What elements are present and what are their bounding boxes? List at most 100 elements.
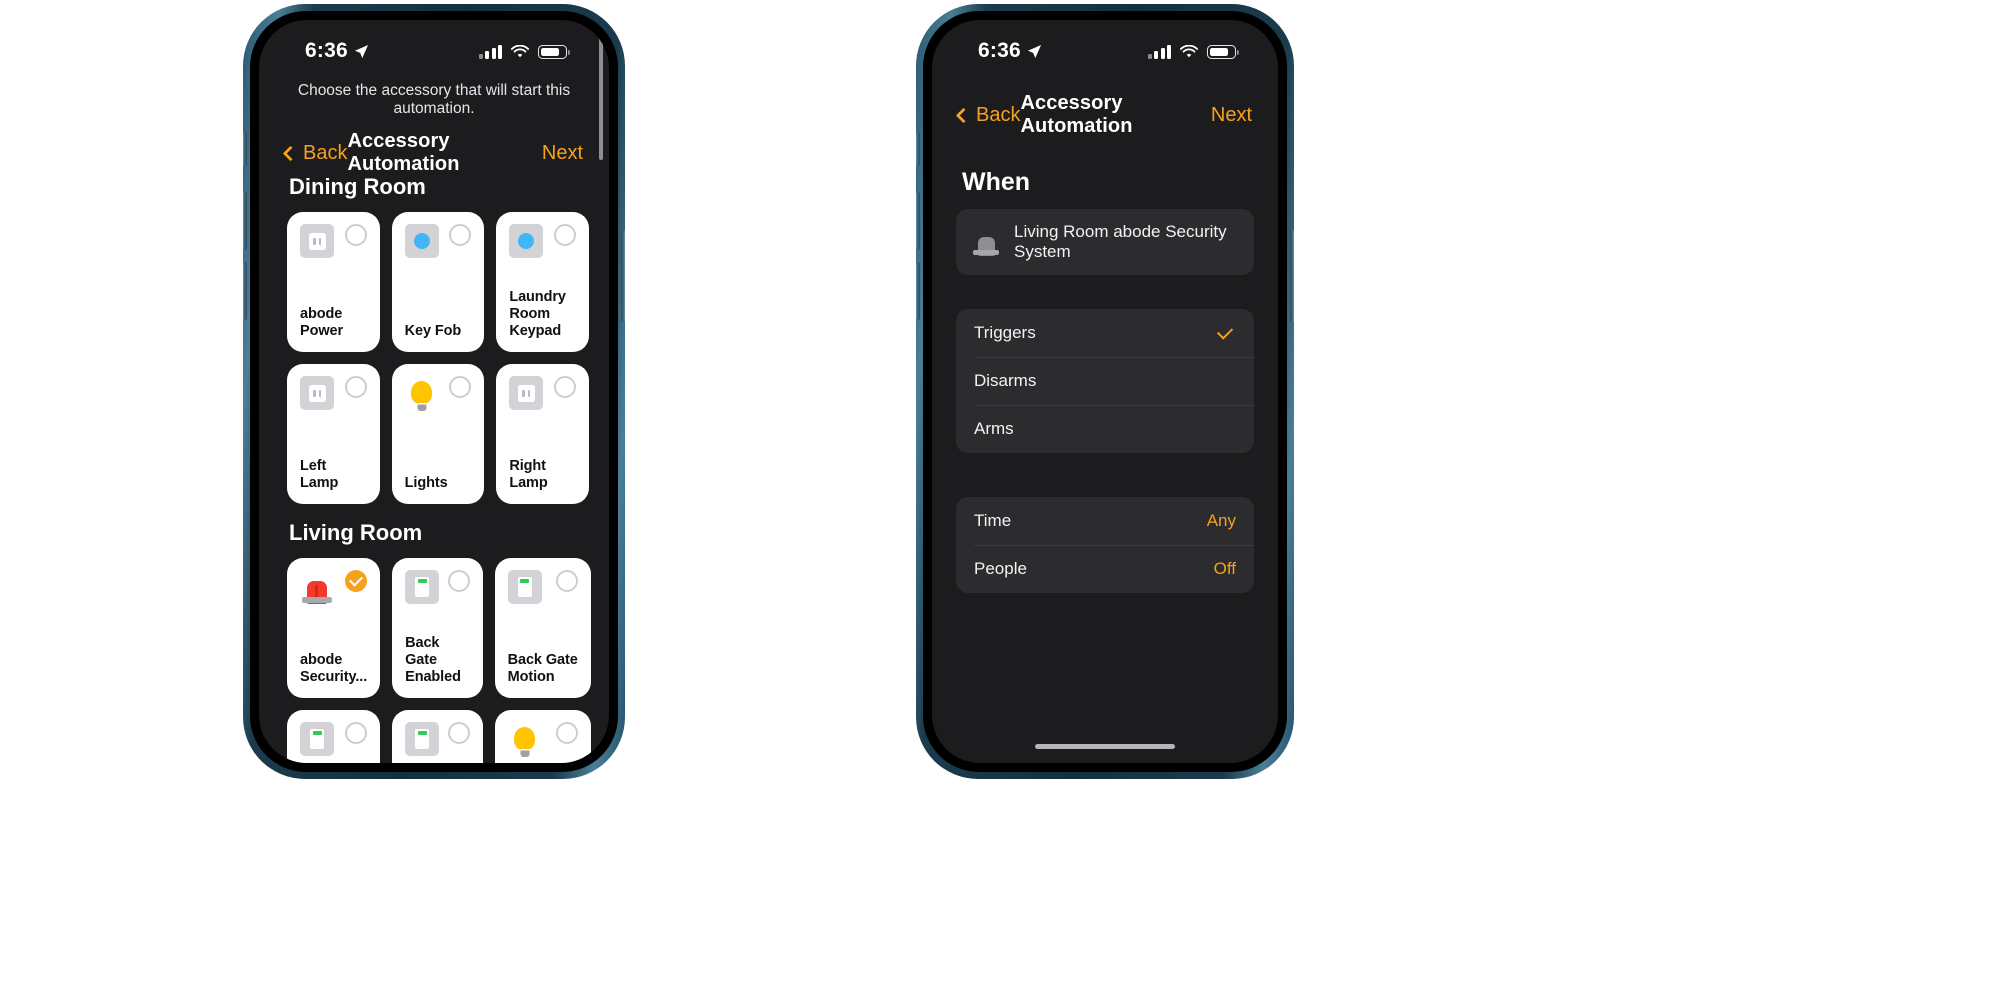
outlet-icon: [300, 376, 334, 410]
accessory-tile-label: Right Lamp: [509, 458, 548, 492]
volume-up-button[interactable]: [243, 192, 247, 250]
volume-up-button[interactable]: [916, 192, 920, 250]
condition-value: Off: [1213, 559, 1236, 578]
mute-switch[interactable]: [243, 132, 247, 166]
accessory-scroll-area[interactable]: Dining Room abode Power Key Fob Laundry Ro…: [259, 158, 609, 763]
accessory-tile-label: Laundry Room Keypad: [509, 289, 566, 340]
trigger-option-row[interactable]: Disarms: [956, 357, 1254, 405]
mute-switch[interactable]: [916, 132, 920, 166]
switch-icon: [405, 570, 440, 604]
left-status-bar: 6:36: [259, 20, 609, 76]
accessory-tile[interactable]: Lights: [391, 364, 485, 504]
accessory-tile[interactable]: Back Gate Enabled: [392, 558, 483, 698]
status-bar-time-group: 6:36: [978, 39, 1042, 63]
accessory-label: Living Room abode Security System: [1014, 222, 1227, 261]
back-button[interactable]: Back: [955, 104, 1020, 127]
accessory-tile[interactable]: Christmas Tree: [494, 710, 591, 763]
switch-icon: [405, 722, 440, 756]
accessory-tile[interactable]: Backyard Motion: [392, 710, 483, 763]
section-dining-room: Dining Room abode Power Key Fob Laundry Ro…: [259, 158, 609, 504]
page-title: Accessory Automation: [1020, 92, 1133, 137]
button-icon: [509, 224, 544, 258]
accessory-tile[interactable]: Back Gate Motion: [494, 558, 591, 698]
accessory-tile[interactable]: abode Security...: [287, 558, 381, 698]
accessory-grid: abode Security... Back Gate Enabled Back G…: [259, 558, 609, 763]
condition-row[interactable]: Time Any: [956, 497, 1254, 545]
select-radio[interactable]: [447, 722, 470, 744]
select-radio[interactable]: [345, 722, 368, 744]
condition-value: Any: [1206, 511, 1236, 530]
battery-icon: [538, 45, 571, 59]
next-button[interactable]: Next: [1211, 104, 1252, 127]
section-title: Living Room: [289, 520, 423, 545]
switch-icon: [300, 722, 334, 756]
location-arrow-icon: [354, 44, 368, 58]
volume-down-button[interactable]: [243, 262, 247, 320]
power-button[interactable]: [621, 230, 625, 322]
right-phone-device: 6:36 Back Accessory Automation Next When…: [916, 4, 1294, 779]
location-arrow-icon: [1027, 44, 1041, 58]
accessory-tile[interactable]: abode Power: [287, 212, 380, 352]
condition-row[interactable]: People Off: [956, 545, 1254, 593]
select-radio[interactable]: [344, 376, 367, 398]
tile-header: [509, 376, 576, 410]
wifi-icon: [511, 45, 529, 58]
accessory-tile-label: Lights: [404, 475, 448, 492]
tile-header: [509, 224, 576, 258]
status-bar-indicators: [478, 45, 571, 59]
select-radio[interactable]: [449, 224, 472, 246]
select-radio[interactable]: [555, 722, 578, 744]
accessory-tile[interactable]: Backyard Enabled: [287, 710, 381, 763]
cellular-signal-icon: [1147, 45, 1171, 59]
select-radio[interactable]: [553, 224, 576, 246]
accessory-tile-label: Back Gate Enabled: [405, 635, 461, 686]
home-indicator[interactable]: [1035, 744, 1175, 749]
trigger-options-card: Triggers Disarms Arms: [956, 309, 1254, 453]
accessory-tile[interactable]: Left Lamp: [287, 364, 380, 504]
accessory-grid: abode Power Key Fob Laundry Room Keypad Lef…: [259, 212, 609, 504]
chevron-left-icon: [955, 107, 972, 123]
tile-header: [405, 570, 470, 604]
left-phone-bezel: 6:36 Choose the accessory that will star…: [250, 11, 618, 772]
power-button[interactable]: [1290, 230, 1294, 322]
trigger-option-row[interactable]: Triggers: [956, 309, 1254, 357]
tile-header: [405, 722, 470, 756]
right-phone-screen: 6:36 Back Accessory Automation Next When…: [932, 20, 1278, 763]
tile-header: [507, 570, 578, 604]
accessory-tile[interactable]: Key Fob: [391, 212, 485, 352]
instruction-text: Choose the accessory that will start thi…: [297, 82, 571, 117]
trigger-option-label: Triggers: [974, 323, 1036, 342]
tile-header: [300, 224, 367, 258]
status-bar-time: 6:36: [978, 39, 1021, 62]
section-living-room: Living Room abode Security... Back Gate E…: [259, 504, 609, 763]
accessory-tile[interactable]: Laundry Room Keypad: [496, 212, 589, 352]
tile-header: [404, 224, 472, 258]
accessory-row[interactable]: Living Room abode Security System: [956, 209, 1254, 275]
left-phone-screen: 6:36 Choose the accessory that will star…: [259, 20, 609, 763]
accessory-tile[interactable]: Right Lamp: [496, 364, 589, 504]
select-radio[interactable]: [555, 570, 578, 592]
status-bar-time-group: 6:36: [305, 39, 369, 63]
lightbulb-icon: [508, 722, 542, 756]
tile-header: [300, 722, 368, 756]
condition-label: People: [974, 559, 1027, 578]
siren-icon: [300, 570, 334, 604]
select-radio[interactable]: [553, 376, 576, 398]
accessory-tile-label: Left Lamp: [300, 458, 339, 492]
volume-down-button[interactable]: [916, 262, 920, 320]
cellular-signal-icon: [478, 45, 502, 59]
status-bar-indicators: [1147, 45, 1240, 59]
when-header: When: [962, 168, 1031, 196]
lightbulb-icon: [405, 376, 439, 410]
right-status-bar: 6:36: [932, 20, 1278, 76]
selected-checkmark-icon[interactable]: [345, 570, 368, 592]
conditions-card: Time Any People Off: [956, 497, 1254, 593]
select-radio[interactable]: [344, 224, 367, 246]
left-phone-device: 6:36 Choose the accessory that will star…: [243, 4, 625, 779]
trigger-option-row[interactable]: Arms: [956, 405, 1254, 453]
select-radio[interactable]: [447, 570, 470, 592]
accessory-card[interactable]: Living Room abode Security System: [956, 209, 1254, 275]
select-radio[interactable]: [449, 376, 472, 398]
